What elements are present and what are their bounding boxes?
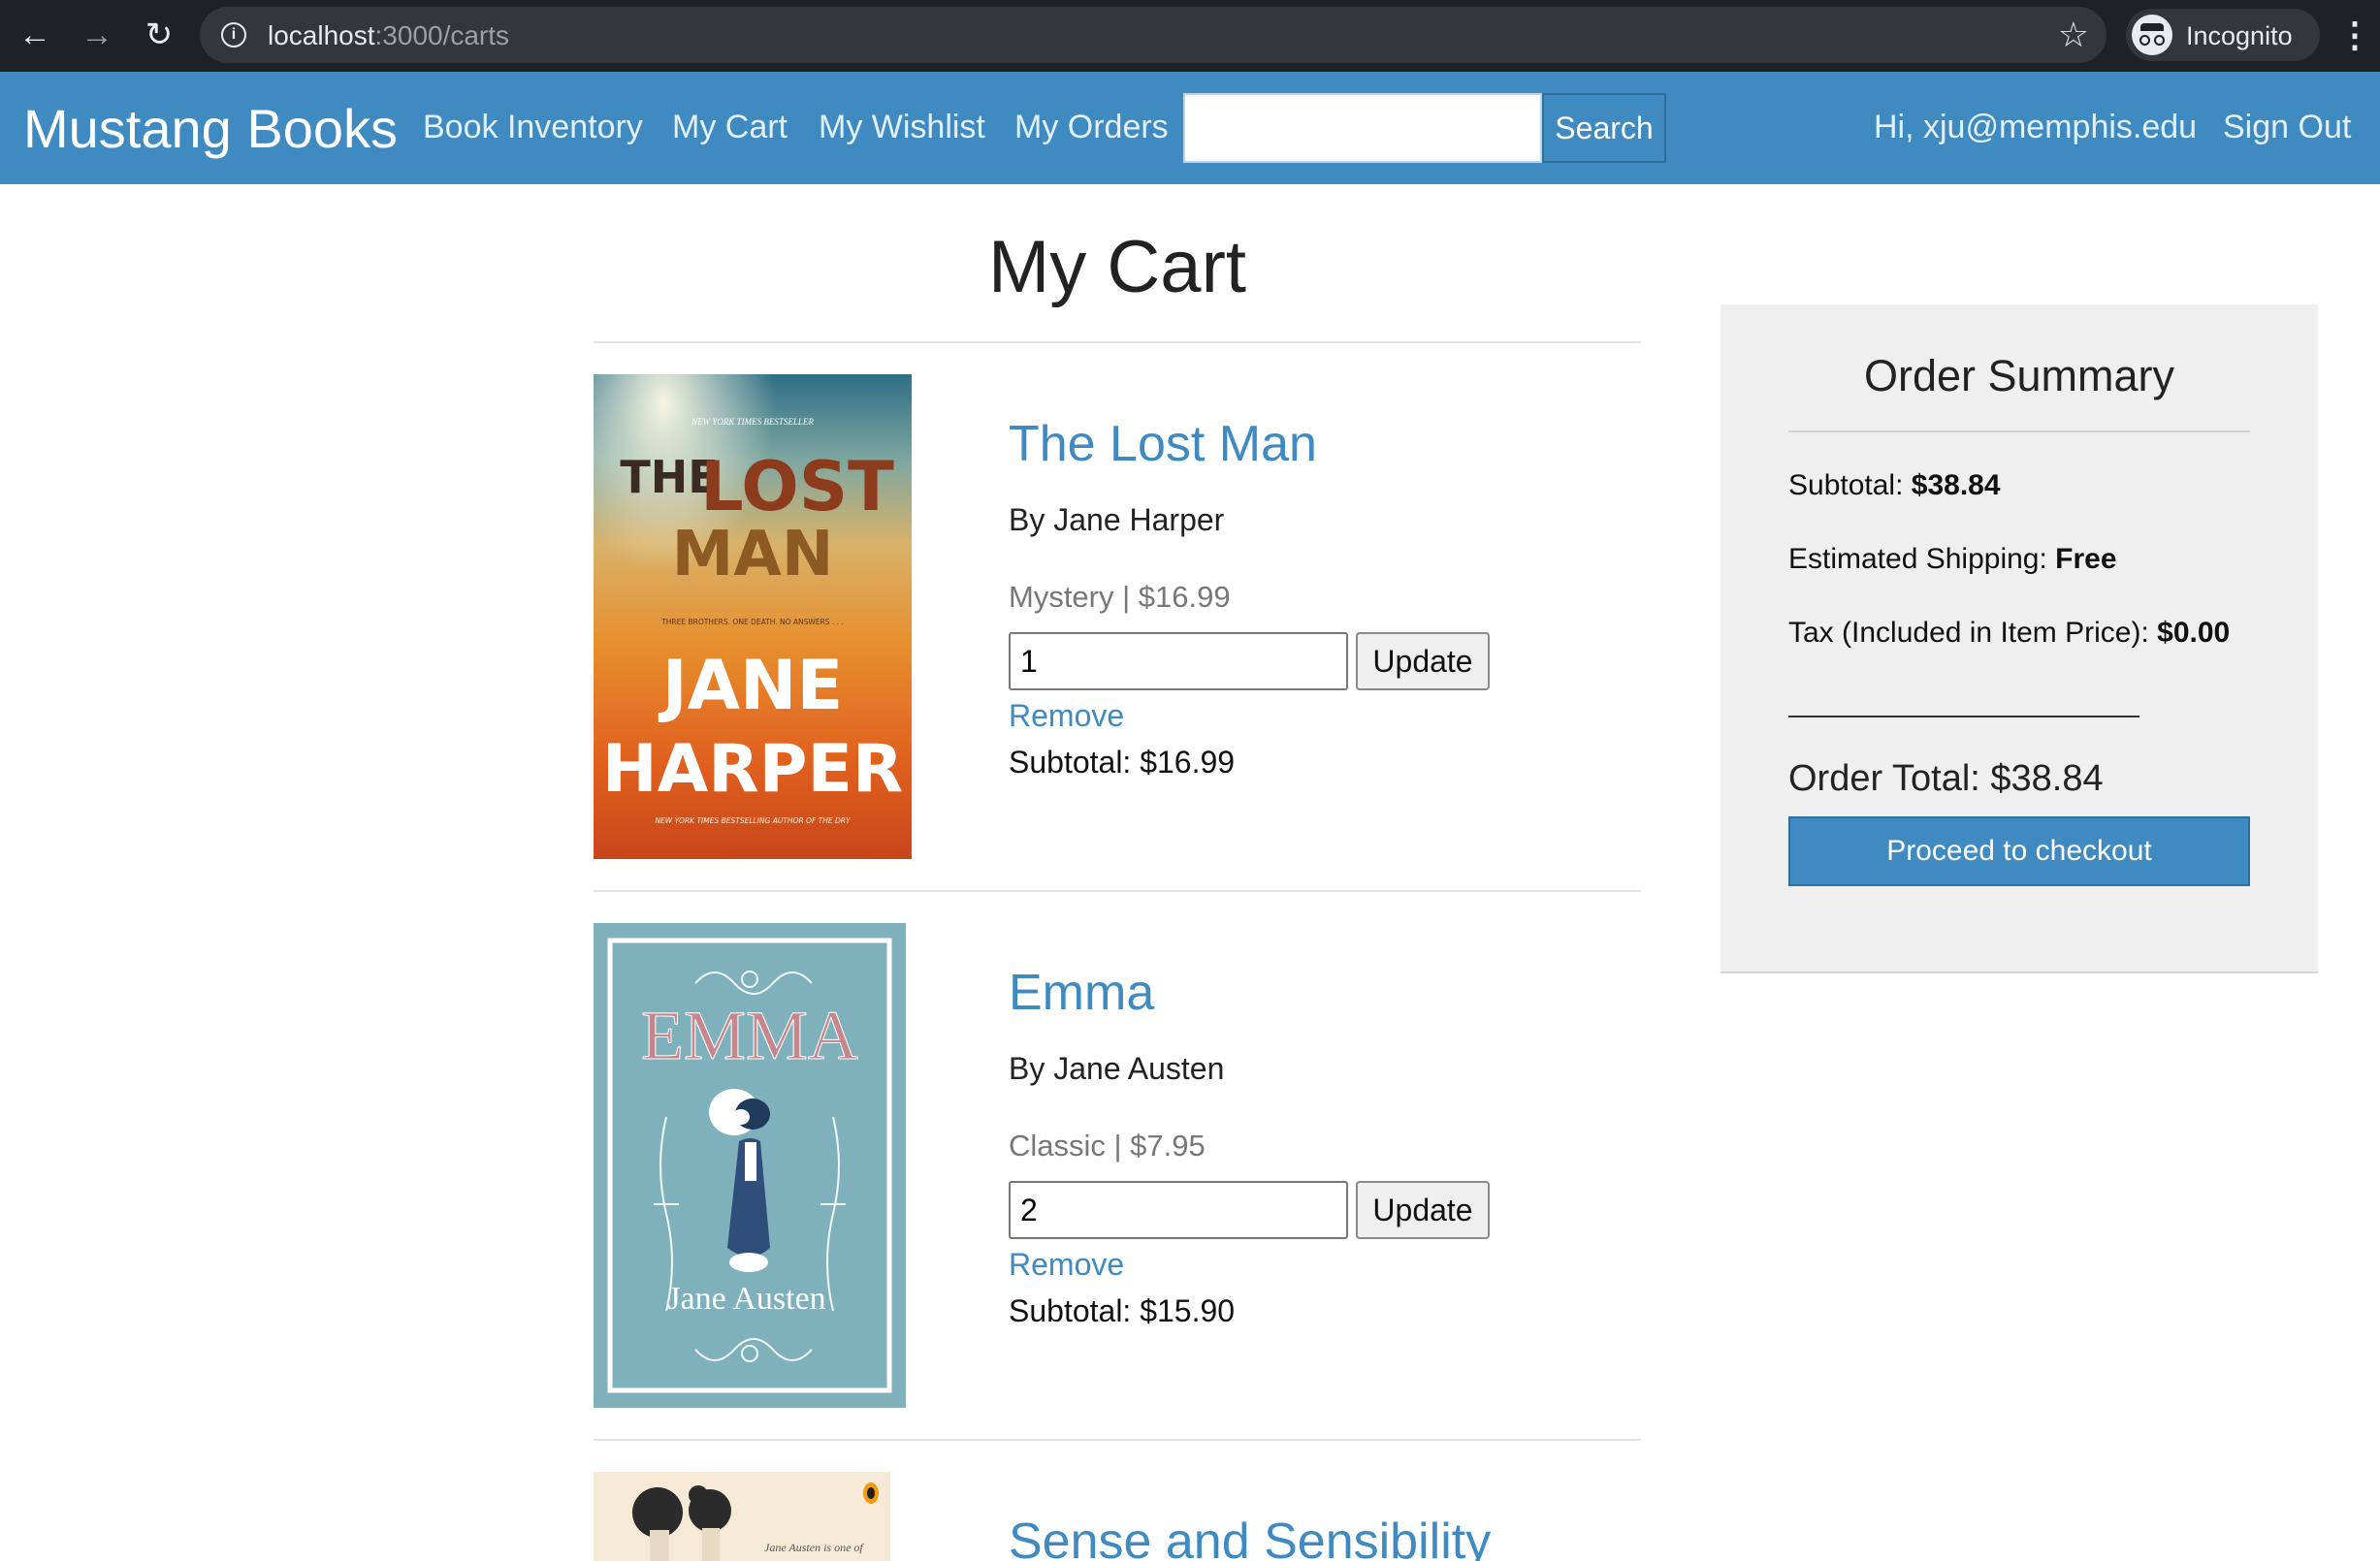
nav-my-orders[interactable]: My Orders (1014, 109, 1169, 146)
proceed-to-checkout-button[interactable]: Proceed to checkout (1788, 816, 2250, 886)
address-bar[interactable]: i localhost:3000/carts ☆ (200, 7, 2107, 63)
divider (594, 341, 1641, 343)
cover-title-3: MAN (672, 519, 834, 590)
cover-blurb: Jane Austen is one of (764, 1541, 864, 1554)
summary-shipping-label: Estimated Shipping: (1788, 543, 2047, 575)
divider (594, 1439, 1641, 1441)
reload-icon[interactable]: ↻ (138, 14, 180, 56)
book-genre-price: Classic | $7.95 (1009, 1129, 1206, 1163)
search-input[interactable] (1183, 93, 1542, 163)
user-greeting[interactable]: Hi, xju@memphis.edu (1874, 109, 2197, 146)
book-title-link[interactable]: Emma (1009, 964, 1154, 1022)
back-arrow-icon[interactable]: ← (14, 14, 56, 56)
url-host: localhost (268, 20, 375, 50)
site-navbar: Mustang Books Book Inventory My Cart My … (0, 72, 2380, 184)
bookmark-star-icon[interactable]: ☆ (2058, 15, 2089, 55)
cover-author-2: HARPER (602, 731, 904, 808)
item-subtotal: Subtotal: $16.99 (1009, 745, 1236, 780)
book-author: By Jane Austen (1009, 1051, 1225, 1086)
summary-separator (1788, 716, 2139, 717)
nav-my-wishlist[interactable]: My Wishlist (819, 109, 985, 146)
remove-link[interactable]: Remove (1009, 698, 1124, 734)
update-button[interactable]: Update (1356, 632, 1490, 690)
browser-menu-icon[interactable]: ⋮ (2337, 12, 2372, 58)
summary-shipping: Estimated Shipping: Free (1788, 543, 2117, 576)
browser-toolbar: ← → ↻ i localhost:3000/carts ☆ Incognito… (0, 0, 2380, 72)
quantity-input[interactable] (1009, 1181, 1348, 1239)
address-url[interactable]: localhost:3000/carts (268, 20, 509, 51)
cover-tagline: THREE BROTHERS. ONE DEATH. NO ANSWERS . … (660, 618, 844, 626)
book-genre-price: Mystery | $16.99 (1009, 580, 1231, 614)
order-total: Order Total: $38.84 (1788, 758, 2104, 799)
book-author: By Jane Harper (1009, 502, 1225, 537)
cover-emma-author: Jane Austen (667, 1281, 825, 1317)
incognito-profile-button[interactable]: Incognito (2126, 9, 2320, 61)
summary-tax-value: $0.00 (2157, 617, 2231, 649)
cart-item: Jane Austen is one of Sense and Sensibil… (594, 1472, 1641, 1561)
summary-tax-label: Tax (Included in Item Price): (1788, 617, 2149, 649)
site-info-icon[interactable]: i (221, 22, 246, 48)
order-summary-panel: Order Summary Subtotal: $38.84 Estimated… (1721, 304, 2318, 973)
book-title-link[interactable]: Sense and Sensibility (1009, 1513, 1491, 1561)
brand-link[interactable]: Mustang Books (23, 97, 398, 160)
nav-my-cart[interactable]: My Cart (672, 109, 788, 146)
divider (1788, 430, 2250, 432)
order-summary-title: Order Summary (1863, 351, 2175, 400)
cover-top-line: NEW YORK TIMES BESTSELLER (691, 417, 814, 427)
item-subtotal: Subtotal: $15.90 (1009, 1293, 1236, 1328)
summary-subtotal-label: Subtotal: (1788, 469, 1904, 501)
divider (594, 890, 1641, 892)
cover-bottom-line: NEW YORK TIMES BESTSELLING AUTHOR OF THE… (655, 816, 852, 825)
summary-subtotal-value: $38.84 (1911, 469, 2001, 501)
incognito-label: Incognito (2186, 21, 2293, 50)
url-path: :3000/carts (374, 20, 510, 50)
cover-emma-title: EMMA (641, 997, 858, 1074)
summary-subtotal: Subtotal: $38.84 (1788, 469, 2001, 502)
incognito-icon (2132, 15, 2172, 55)
cart-item: EMMA Jane Austen Emma By Jane Austen Cla… (594, 923, 1641, 1408)
summary-shipping-value: Free (2055, 543, 2117, 575)
book-title-link[interactable]: The Lost Man (1009, 415, 1317, 473)
search-button[interactable]: Search (1542, 93, 1666, 163)
book-cover-the-lost-man[interactable]: NEW YORK TIMES BESTSELLER THE LOST MAN T… (594, 374, 912, 859)
cover-author-1: JANE (659, 646, 844, 725)
nav-book-inventory[interactable]: Book Inventory (423, 109, 643, 146)
book-cover-emma[interactable]: EMMA Jane Austen (594, 923, 912, 1408)
cart-item: NEW YORK TIMES BESTSELLER THE LOST MAN T… (594, 374, 1641, 859)
quantity-input[interactable] (1009, 632, 1348, 690)
update-button[interactable]: Update (1356, 1181, 1490, 1239)
remove-link[interactable]: Remove (1009, 1247, 1124, 1283)
page-title: My Cart (988, 226, 1246, 308)
sign-out-link[interactable]: Sign Out (2223, 109, 2351, 146)
summary-tax: Tax (Included in Item Price): $0.00 (1788, 617, 2230, 650)
book-cover-sense-and-sensibility[interactable]: Jane Austen is one of (594, 1472, 890, 1561)
forward-arrow-icon[interactable]: → (76, 14, 118, 56)
cover-title-2: LOST (700, 447, 894, 526)
